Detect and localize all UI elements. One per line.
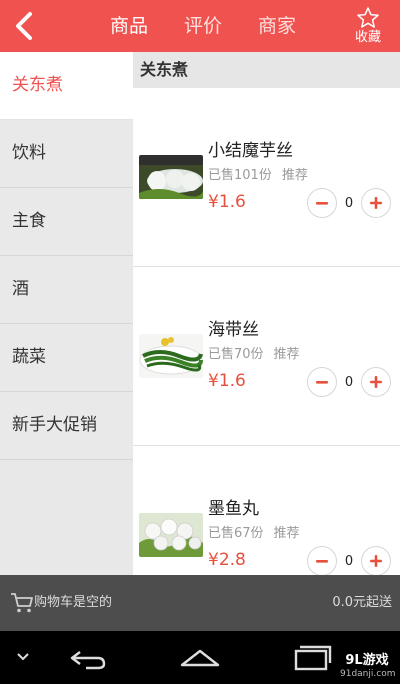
product-image — [139, 334, 203, 378]
top-header: 商品 评价 商家 收藏 — [0, 0, 400, 52]
cart-status: 购物车是空的 — [34, 595, 113, 610]
sidebar-item-vegetables[interactable]: 蔬菜 — [0, 324, 133, 392]
product-price: ¥1.6 — [208, 192, 246, 212]
plus-icon — [370, 376, 382, 388]
decrease-button[interactable] — [307, 546, 337, 575]
minus-icon — [316, 381, 328, 384]
recommend-tag: 推荐 — [281, 168, 308, 183]
back-button[interactable] — [8, 8, 42, 44]
quantity-value: 0 — [344, 195, 354, 211]
watermark-logo: 9L游戏 91danji.com — [340, 653, 396, 681]
quantity-stepper: 0 — [307, 367, 391, 397]
tab-bar: 商品 评价 商家 — [92, 0, 314, 52]
quantity-stepper: 0 — [307, 546, 391, 575]
quantity-value: 0 — [344, 374, 354, 390]
recommend-tag: 推荐 — [273, 347, 300, 362]
sales-count: 已售101份 — [208, 168, 272, 183]
product-price: ¥2.8 — [208, 550, 246, 570]
recents-icon[interactable] — [290, 641, 334, 675]
product-item[interactable]: 墨鱼丸 已售67份 推荐 ¥2.8 0 — [133, 446, 400, 575]
home-icon[interactable] — [178, 641, 222, 675]
minus-icon — [316, 560, 328, 563]
category-sidebar: 关东煮 饮料 主食 酒 蔬菜 新手大促销 — [0, 52, 133, 575]
sales-count: 已售67份 — [208, 526, 264, 541]
increase-button[interactable] — [361, 367, 391, 397]
sidebar-item-alcohol[interactable]: 酒 — [0, 256, 133, 324]
sidebar-item-staple[interactable]: 主食 — [0, 188, 133, 256]
tab-goods[interactable]: 商品 — [92, 0, 166, 52]
cart-icon — [11, 593, 33, 613]
recommend-tag: 推荐 — [273, 526, 300, 541]
product-name: 海带丝 — [208, 320, 259, 340]
product-price: ¥1.6 — [208, 371, 246, 391]
plus-icon — [370, 555, 382, 567]
back-chevron-icon — [16, 12, 32, 40]
product-item[interactable]: 小结魔芋丝 已售101份 推荐 ¥1.6 0 — [133, 88, 400, 267]
favorite-button[interactable]: 收藏 — [348, 6, 388, 48]
product-sales: 已售67份 推荐 — [208, 522, 300, 541]
watermark-main: 9L游戏 — [345, 653, 389, 668]
increase-button[interactable] — [361, 188, 391, 218]
cart-bar[interactable]: 购物车是空的 0.0元起送 — [0, 575, 400, 631]
sidebar-item-guandongzhu[interactable]: 关东煮 — [0, 52, 133, 120]
product-sales: 已售101份 推荐 — [208, 164, 308, 183]
quantity-value: 0 — [344, 553, 354, 569]
sidebar-item-promotion[interactable]: 新手大促销 — [0, 392, 133, 460]
section-title: 关东煮 — [133, 52, 400, 88]
star-icon — [357, 7, 379, 28]
product-name: 墨鱼丸 — [208, 499, 259, 519]
sales-count: 已售70份 — [208, 347, 264, 362]
favorite-label: 收藏 — [354, 30, 381, 45]
collapse-icon[interactable] — [12, 641, 34, 675]
product-name: 小结魔芋丝 — [208, 141, 293, 161]
product-list[interactable]: 关东煮 小结魔芋丝 已售101份 推荐 ¥1.6 0 海带丝 已售70份 推荐 … — [133, 52, 400, 575]
product-sales: 已售70份 推荐 — [208, 343, 300, 362]
decrease-button[interactable] — [307, 188, 337, 218]
sidebar-item-drinks[interactable]: 饮料 — [0, 120, 133, 188]
increase-button[interactable] — [361, 546, 391, 575]
quantity-stepper: 0 — [307, 188, 391, 218]
product-item[interactable]: 海带丝 已售70份 推荐 ¥1.6 0 — [133, 267, 400, 446]
decrease-button[interactable] — [307, 367, 337, 397]
minus-icon — [316, 202, 328, 205]
back-icon[interactable] — [66, 641, 110, 675]
watermark-sub: 91danji.com — [340, 669, 396, 679]
plus-icon — [370, 197, 382, 209]
product-image — [139, 513, 203, 557]
minimum-order: 0.0元起送 — [332, 595, 392, 610]
tab-merchant[interactable]: 商家 — [240, 0, 314, 52]
product-image — [139, 155, 203, 199]
tab-reviews[interactable]: 评价 — [166, 0, 240, 52]
